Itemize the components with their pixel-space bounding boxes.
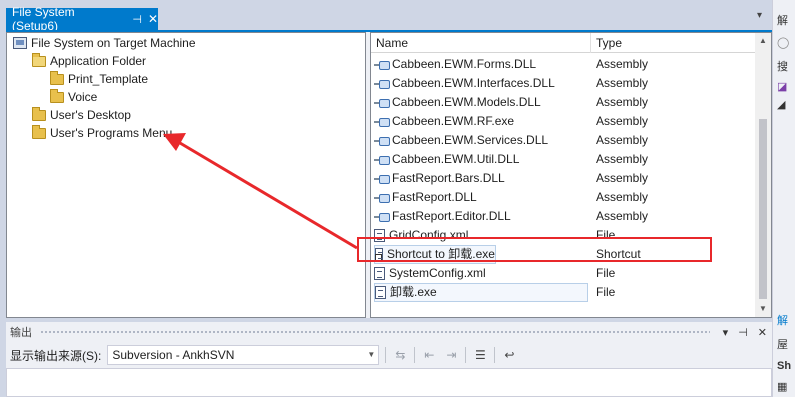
toolbar-separator bbox=[385, 347, 387, 363]
annotation-highlight-box bbox=[357, 237, 712, 262]
find-message-icon[interactable]: ⇆ bbox=[392, 348, 408, 362]
side-properties-label: Sh bbox=[777, 360, 792, 372]
next-message-icon[interactable]: ⇥ bbox=[443, 348, 459, 362]
output-text-area[interactable] bbox=[6, 368, 772, 397]
toolbar-separator bbox=[414, 347, 416, 363]
side-expand-icon[interactable]: ◢ bbox=[777, 98, 785, 111]
side-grid-icon[interactable]: ▦ bbox=[777, 380, 787, 393]
output-title: 输出 bbox=[10, 327, 32, 339]
output-panel-title-bar: 输出 ▾ ⊣ ✕ bbox=[6, 322, 772, 342]
side-project-icon[interactable]: ◪ bbox=[777, 80, 787, 93]
toolbar-separator bbox=[465, 347, 467, 363]
side-tab-solution-explorer[interactable]: 解 bbox=[777, 312, 788, 328]
grip-dots[interactable] bbox=[40, 329, 710, 335]
previous-message-icon[interactable]: ⇤ bbox=[421, 348, 437, 362]
side-search-label[interactable]: 搜 bbox=[777, 58, 788, 74]
pin-icon[interactable]: ⊣ bbox=[738, 326, 748, 339]
output-toolbar: 显示输出来源(S): Subversion - AnkhSVN ▼ ⇆ ⇤ ⇥ … bbox=[6, 342, 772, 368]
toolbar-separator bbox=[494, 347, 496, 363]
chevron-down-icon: ▼ bbox=[367, 350, 376, 359]
side-tab-solution[interactable]: 解 bbox=[777, 12, 788, 28]
output-source-label: 显示输出来源(S): bbox=[10, 348, 102, 363]
side-panel: 解 ◯ 搜 ◪ ◢ 解 屋 Sh ▦ bbox=[772, 0, 795, 397]
side-refresh-icon[interactable]: ◯ bbox=[777, 36, 789, 49]
side-tab-properties[interactable]: 屋 bbox=[777, 336, 788, 352]
output-source-value: Subversion - AnkhSVN bbox=[112, 348, 235, 362]
clear-all-icon[interactable]: ☰ bbox=[472, 348, 488, 362]
word-wrap-icon[interactable]: ↩ bbox=[501, 348, 517, 362]
panel-dropdown-icon[interactable]: ▾ bbox=[723, 326, 729, 339]
output-source-select[interactable]: Subversion - AnkhSVN ▼ bbox=[107, 345, 380, 365]
close-icon[interactable]: ✕ bbox=[758, 326, 767, 339]
